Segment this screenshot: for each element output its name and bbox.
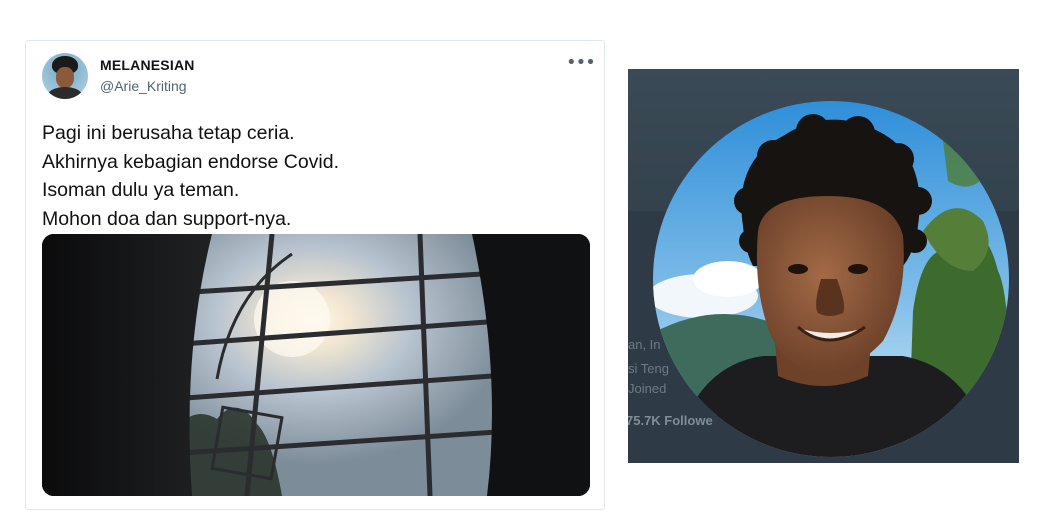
tweet-line: Isoman dulu ya teman. [42, 179, 240, 201]
tweet-line: Mohon doa dan support-nya. [42, 207, 292, 230]
tweet-card: MELANESIAN @Arie_Kriting ••• Pagi ini be… [25, 40, 605, 510]
tweet-line: Pagi ini berusaha tetap ceria. [42, 122, 295, 144]
partial-text: si Teng [628, 361, 669, 376]
user-handle[interactable]: @Arie_Kriting [100, 78, 187, 94]
display-name[interactable]: MELANESIAN [100, 57, 195, 73]
window-photo [42, 234, 590, 496]
partial-text: Joined [628, 381, 667, 396]
tweet-photo[interactable] [42, 234, 590, 496]
more-horizontal-icon[interactable]: ••• [566, 53, 596, 75]
partial-text: an, In [628, 337, 661, 352]
profile-photo[interactable] [653, 101, 1009, 457]
tweet-line: Akhirnya kebagian endorse Covid. [42, 150, 340, 173]
profile-panel: an, In si Teng Joined 75.7K Followe [628, 69, 1019, 463]
portrait [653, 101, 1009, 457]
avatar[interactable] [42, 53, 88, 99]
tweet-text: Pagi ini berusaha tetap ceria. Akhirnya … [42, 119, 582, 233]
partial-followers-count: 75.7K Followe [628, 413, 713, 428]
